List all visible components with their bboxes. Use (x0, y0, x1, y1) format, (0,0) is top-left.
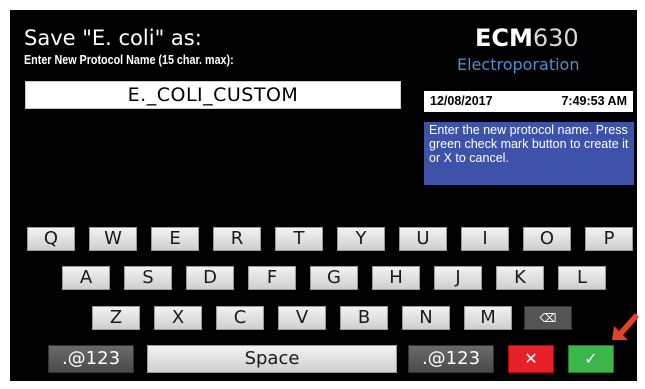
key-y[interactable]: Y (337, 227, 385, 251)
key-l[interactable]: L (558, 266, 606, 290)
symbols-key-right[interactable]: .@123 (408, 345, 494, 373)
key-h[interactable]: H (372, 266, 420, 290)
device-screen: Save "E. coli" as: Enter New Protocol Na… (10, 10, 637, 381)
cancel-button[interactable]: ✕ (508, 345, 554, 373)
key-v[interactable]: V (278, 306, 326, 330)
key-g[interactable]: G (310, 266, 358, 290)
key-d[interactable]: D (186, 266, 234, 290)
key-a[interactable]: A (62, 266, 110, 290)
key-p[interactable]: P (585, 227, 633, 251)
key-c[interactable]: C (216, 306, 264, 330)
key-x[interactable]: X (154, 306, 202, 330)
backspace-icon: ⌫ (539, 311, 557, 325)
backspace-key[interactable]: ⌫ (524, 306, 572, 330)
brand-model: ECM (475, 24, 533, 52)
time-readout: 7:49:53 AM (561, 94, 627, 108)
space-key[interactable]: Space (147, 345, 397, 373)
check-icon: ✓ (584, 349, 598, 368)
key-u[interactable]: U (399, 227, 447, 251)
key-z[interactable]: Z (92, 306, 140, 330)
brand-subtitle: Electroporation (457, 55, 580, 74)
key-j[interactable]: J (434, 266, 482, 290)
key-t[interactable]: T (275, 227, 323, 251)
key-k[interactable]: K (496, 266, 544, 290)
confirm-button[interactable]: ✓ (568, 345, 614, 373)
key-e[interactable]: E (151, 227, 199, 251)
symbols-key-left[interactable]: .@123 (48, 345, 134, 373)
key-q[interactable]: Q (27, 227, 75, 251)
key-b[interactable]: B (340, 306, 388, 330)
key-f[interactable]: F (248, 266, 296, 290)
pointer-arrow-icon (612, 313, 639, 340)
date-readout: 12/08/2017 (430, 94, 493, 108)
protocol-name-input[interactable]: E._COLI_CUSTOM (25, 81, 401, 109)
brand-number: 630 (532, 24, 579, 52)
brand-logo: ECM630 (475, 24, 579, 52)
name-prompt: Enter New Protocol Name (15 char. max): (24, 53, 234, 67)
close-icon: ✕ (524, 349, 538, 368)
key-i[interactable]: I (461, 227, 509, 251)
key-m[interactable]: M (464, 306, 512, 330)
key-w[interactable]: W (89, 227, 137, 251)
key-s[interactable]: S (124, 266, 172, 290)
key-r[interactable]: R (213, 227, 261, 251)
key-o[interactable]: O (523, 227, 571, 251)
info-message: Enter the new protocol name. Press green… (424, 122, 634, 185)
date-time-display: 12/08/2017 7:49:53 AM (424, 91, 633, 112)
dialog-title: Save "E. coli" as: (24, 26, 202, 50)
key-n[interactable]: N (402, 306, 450, 330)
